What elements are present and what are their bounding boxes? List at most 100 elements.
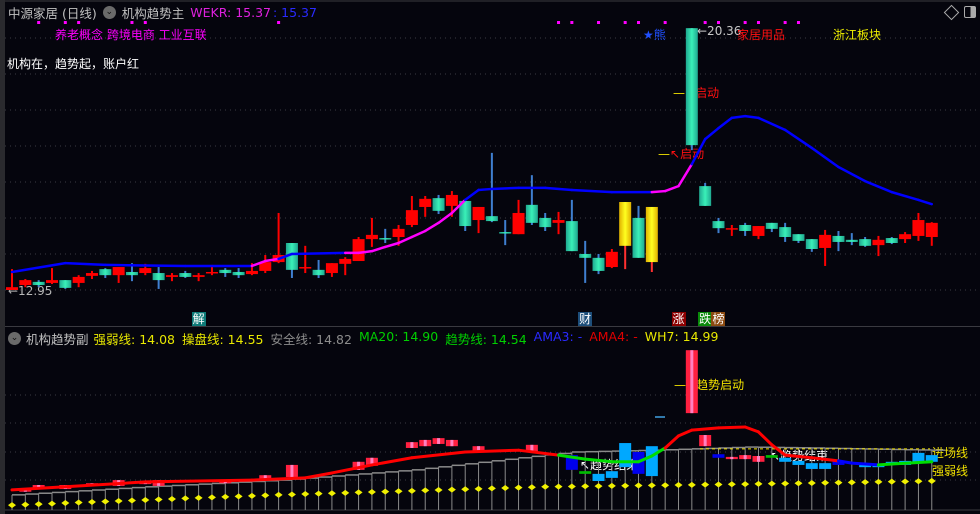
strength-dot: [661, 482, 670, 489]
ma-line-segment: [650, 189, 667, 194]
strength-dot: [581, 483, 590, 490]
signal-dot: [597, 21, 601, 24]
strength-dot: [794, 480, 803, 487]
candle-body: [752, 226, 765, 236]
strength-dot: [181, 495, 190, 502]
sub-bar-highlight: [290, 464, 294, 477]
candle-body: [925, 222, 938, 237]
strength-dot: [407, 487, 416, 494]
ma-line-segment: [743, 114, 760, 120]
strength-dot: [634, 482, 643, 489]
trend-line-segment: [850, 461, 880, 467]
sub-bar: [605, 471, 618, 478]
signal-dot: [637, 21, 641, 24]
candle-body: [352, 239, 365, 262]
candle-body: [739, 224, 752, 231]
trend-line-segment: [463, 448, 521, 454]
trend-line-segment: [690, 426, 720, 432]
signal-dot: [716, 21, 720, 24]
trend-line-segment: [663, 434, 680, 450]
strength-dot: [821, 479, 830, 486]
kline-chart[interactable]: [0, 0, 980, 514]
strength-dot: [354, 489, 363, 496]
candle-body: [99, 269, 112, 276]
candle-body: [85, 273, 98, 276]
candle-body: [539, 217, 552, 228]
candle-body: [552, 220, 565, 223]
sub-bar: [619, 443, 632, 468]
candle-body: [165, 275, 178, 277]
trend-line-segment: [143, 478, 254, 484]
candle-body: [152, 273, 165, 281]
ma-line-segment: [810, 146, 840, 169]
strength-dot: [701, 481, 710, 488]
candle-body: [712, 221, 725, 229]
strength-dot: [487, 485, 496, 492]
candle-body: [832, 235, 845, 242]
strength-dot: [154, 496, 163, 503]
strength-dot: [341, 489, 350, 496]
candle-body: [579, 253, 592, 258]
strength-dot: [754, 480, 763, 487]
strength-dot: [74, 499, 83, 506]
candle-body: [805, 239, 818, 250]
strength-dot: [47, 500, 56, 507]
sub-bar-highlight: [690, 350, 694, 414]
candle-body: [419, 198, 432, 207]
trend-line-segment: [10, 485, 67, 492]
ma-line-segment: [290, 251, 347, 256]
signal-dot: [130, 21, 134, 24]
strength-dot: [727, 481, 736, 488]
candle-body: [339, 258, 352, 264]
sub-bar-highlight: [437, 438, 441, 444]
candle-body: [6, 287, 18, 290]
signal-dot: [743, 21, 747, 24]
signal-dot: [703, 21, 707, 24]
sub-bar-highlight: [730, 456, 734, 460]
trend-line-segment: [583, 457, 614, 464]
trend-line-segment: [756, 430, 774, 447]
sub-bar: [579, 471, 592, 474]
candle-body: [205, 271, 218, 274]
sub-bar: [765, 455, 778, 458]
trend-line-segment: [517, 448, 561, 457]
candle-body: [472, 206, 485, 221]
candle-body: [725, 228, 738, 230]
candle-body: [379, 238, 392, 240]
strength-dot: [714, 481, 723, 488]
strength-dot: [781, 480, 790, 487]
candle-body: [432, 198, 445, 211]
strength-dot: [194, 494, 203, 501]
candle-body: [112, 267, 125, 276]
strength-dot: [927, 478, 936, 484]
candle-body: [45, 280, 58, 283]
signal-dot: [77, 21, 81, 24]
sub-bar: [592, 473, 605, 481]
strength-dot: [901, 478, 910, 485]
strength-dot: [527, 484, 536, 491]
ma-line-segment: [104, 263, 187, 268]
candle-body: [19, 280, 32, 286]
sub-bar: [712, 454, 725, 458]
ma-line-segment: [423, 221, 440, 233]
strength-dot: [501, 485, 510, 492]
candle-body: [765, 222, 778, 229]
strength-dot: [207, 494, 216, 501]
strength-dot: [741, 481, 750, 488]
signal-dot: [143, 21, 147, 24]
ma-line-segment: [837, 165, 867, 183]
strength-dot: [8, 502, 16, 509]
candle-body: [912, 220, 925, 236]
strength-dot: [87, 499, 96, 506]
ma-line-segment: [490, 186, 520, 191]
candle-body: [885, 238, 898, 244]
candle-body: [499, 232, 512, 234]
strength-dot: [607, 482, 616, 489]
strength-dot: [847, 479, 856, 486]
candle-body: [632, 217, 645, 258]
sub-bar: [805, 463, 818, 469]
sub-bar: [819, 463, 832, 469]
strength-dot: [461, 486, 470, 493]
ma-line-segment: [370, 245, 387, 253]
trend-line-segment: [63, 480, 147, 489]
